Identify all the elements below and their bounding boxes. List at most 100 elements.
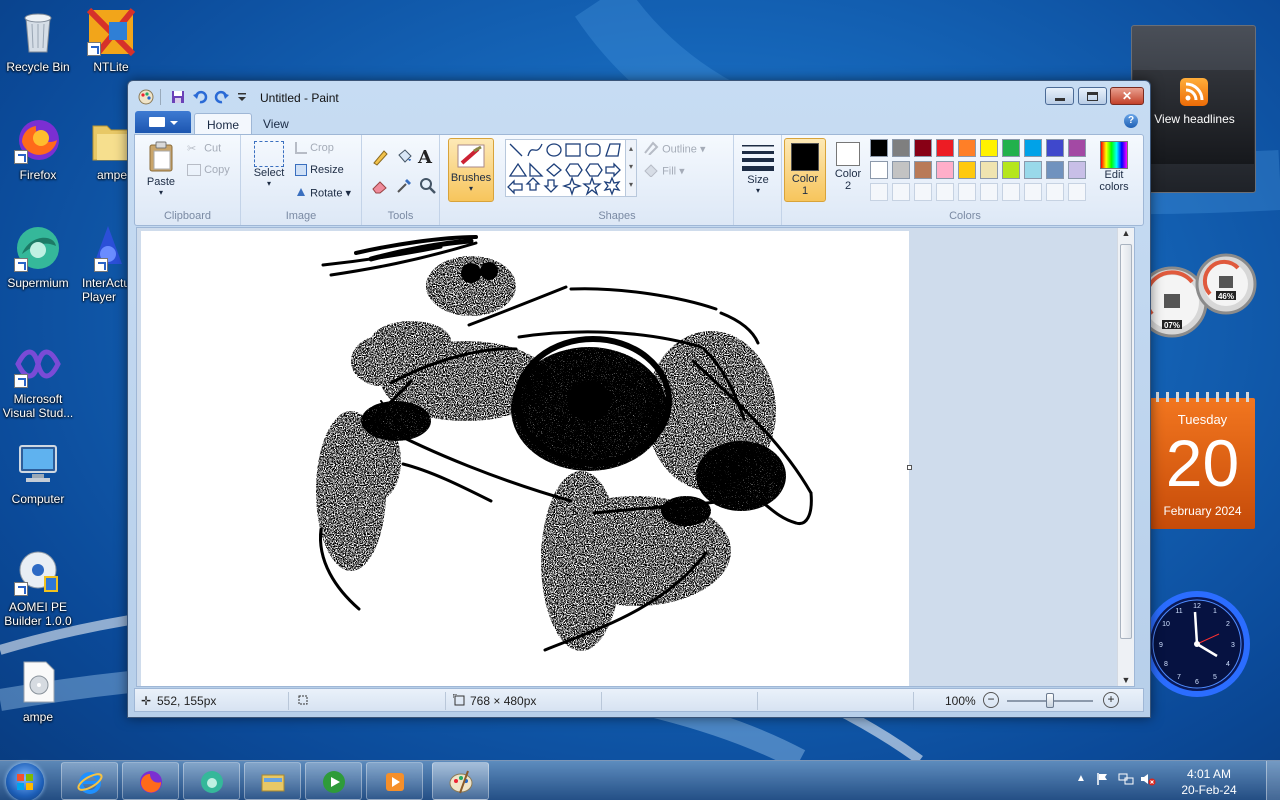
palette-swatch[interactable] bbox=[870, 161, 888, 179]
desktop-icon-recycle-bin[interactable]: Recycle Bin bbox=[0, 8, 76, 74]
custom-color-slot[interactable] bbox=[1046, 183, 1064, 201]
undo-icon[interactable] bbox=[192, 89, 208, 105]
customize-qat-icon[interactable] bbox=[236, 89, 252, 105]
resize-button[interactable]: Resize bbox=[295, 164, 344, 177]
palette-swatch[interactable] bbox=[958, 139, 976, 157]
custom-color-slot[interactable] bbox=[892, 183, 910, 201]
custom-color-slot[interactable] bbox=[936, 183, 954, 201]
clock-time[interactable]: 4:01 AM bbox=[1174, 767, 1244, 781]
copy-button[interactable]: Copy bbox=[187, 164, 230, 177]
minimize-button[interactable] bbox=[1045, 87, 1074, 105]
canvas-resize-handle-right[interactable] bbox=[907, 465, 912, 470]
custom-color-slot[interactable] bbox=[1068, 183, 1086, 201]
zoom-out-button[interactable]: − bbox=[983, 692, 999, 708]
scrollbar-thumb[interactable] bbox=[1120, 244, 1132, 639]
taskbar-paint[interactable] bbox=[432, 762, 489, 800]
desktop-icon-aomei[interactable]: AOMEI PE Builder 1.0.0 bbox=[0, 548, 76, 628]
taskbar-media-player[interactable] bbox=[305, 762, 362, 800]
network-icon[interactable] bbox=[1118, 772, 1134, 789]
custom-color-slot[interactable] bbox=[1024, 183, 1042, 201]
fill-button[interactable]: Fill ▾ bbox=[643, 163, 685, 180]
palette-swatch[interactable] bbox=[914, 161, 932, 179]
calendar-gadget[interactable]: Tuesday 20 February 2024 bbox=[1150, 392, 1255, 529]
magnifier-icon[interactable] bbox=[418, 176, 440, 199]
select-button[interactable]: Select ▾ bbox=[249, 141, 289, 188]
palette-swatch[interactable] bbox=[1024, 161, 1042, 179]
clock-date[interactable]: 20-Feb-24 bbox=[1174, 783, 1244, 797]
desktop-icon-interactual[interactable]: InterActual Player bbox=[73, 224, 133, 304]
desktop-icon-supermium[interactable]: Supermium bbox=[0, 224, 76, 290]
close-button[interactable]: ✕ bbox=[1110, 87, 1144, 105]
title-bar[interactable]: Untitled - Paint ✕ bbox=[128, 81, 1150, 111]
show-hidden-icons[interactable]: ▲ bbox=[1076, 773, 1086, 784]
color-picker-icon[interactable] bbox=[394, 176, 416, 199]
paint-menu-button[interactable] bbox=[135, 111, 191, 133]
palette-swatch[interactable] bbox=[980, 139, 998, 157]
help-icon[interactable]: ? bbox=[1124, 114, 1138, 128]
taskbar-file-explorer[interactable] bbox=[244, 762, 301, 800]
color2-button[interactable]: Color 2 bbox=[830, 138, 866, 192]
rotate-button[interactable]: Rotate ▾ bbox=[295, 186, 351, 201]
custom-color-slot[interactable] bbox=[958, 183, 976, 201]
custom-color-slot[interactable] bbox=[980, 183, 998, 201]
tab-home[interactable]: Home bbox=[194, 113, 253, 135]
redo-icon[interactable] bbox=[214, 89, 230, 105]
custom-color-slot[interactable] bbox=[870, 183, 888, 201]
palette-swatch[interactable] bbox=[1068, 139, 1086, 157]
palette-swatch[interactable] bbox=[1002, 161, 1020, 179]
palette-swatch[interactable] bbox=[1046, 139, 1064, 157]
custom-color-slot[interactable] bbox=[1002, 183, 1020, 201]
canvas-workspace[interactable]: ▲ ▼ bbox=[136, 227, 1135, 687]
taskbar-internet-explorer[interactable] bbox=[61, 762, 118, 800]
desktop-icon-visual-studio[interactable]: Microsoft Visual Stud... bbox=[0, 340, 76, 420]
taskbar-supermium[interactable] bbox=[183, 762, 240, 800]
palette-swatch[interactable] bbox=[892, 161, 910, 179]
custom-color-slot[interactable] bbox=[914, 183, 932, 201]
desktop-icon-computer[interactable]: Computer bbox=[0, 440, 76, 506]
zoom-in-button[interactable]: + bbox=[1103, 692, 1119, 708]
edit-colors-button[interactable]: Edit colors bbox=[1092, 141, 1136, 193]
taskbar-firefox[interactable] bbox=[122, 762, 179, 800]
palette-swatch[interactable] bbox=[914, 139, 932, 157]
cut-button[interactable]: ✂ Cut bbox=[187, 142, 221, 155]
paint-window[interactable]: Untitled - Paint ✕ Home View ? Paste ▾ ✂… bbox=[127, 80, 1151, 718]
text-tool-icon[interactable]: A bbox=[418, 147, 440, 170]
palette-swatch[interactable] bbox=[936, 139, 954, 157]
taskbar-media-center[interactable] bbox=[366, 762, 423, 800]
desktop-icon-ampe-file[interactable]: ampe bbox=[0, 658, 76, 724]
outline-button[interactable]: Outline ▾ bbox=[643, 141, 706, 158]
shapes-gallery[interactable] bbox=[505, 139, 637, 197]
palette-swatch[interactable] bbox=[980, 161, 998, 179]
tab-view[interactable]: View bbox=[251, 113, 301, 135]
pencil-icon[interactable] bbox=[370, 147, 392, 170]
palette-swatch[interactable] bbox=[1046, 161, 1064, 179]
desktop-icon-ampe-folder[interactable]: ampe bbox=[73, 116, 133, 182]
start-button[interactable] bbox=[6, 763, 44, 800]
vertical-scrollbar[interactable]: ▲ ▼ bbox=[1117, 228, 1134, 686]
action-center-flag-icon[interactable] bbox=[1096, 772, 1110, 789]
brushes-button[interactable]: Brushes ▾ bbox=[448, 138, 494, 202]
eraser-icon[interactable] bbox=[370, 176, 392, 199]
palette-swatch[interactable] bbox=[892, 139, 910, 157]
drawing-canvas[interactable] bbox=[141, 231, 912, 686]
maximize-button[interactable] bbox=[1078, 87, 1107, 105]
paste-button[interactable]: Paste ▾ bbox=[141, 141, 181, 197]
scroll-up-arrow[interactable]: ▲ bbox=[1118, 228, 1134, 238]
shapes-scroll[interactable]: ▴ ▾ ▾ bbox=[625, 139, 637, 197]
volume-muted-icon[interactable] bbox=[1140, 772, 1156, 789]
paint-app-icon[interactable] bbox=[138, 89, 154, 105]
size-button[interactable]: Size ▾ bbox=[738, 143, 778, 195]
color1-button[interactable]: Color 1 bbox=[784, 138, 826, 202]
zoom-slider-thumb[interactable] bbox=[1046, 693, 1054, 708]
crop-button[interactable]: Crop bbox=[295, 142, 334, 155]
palette-swatch[interactable] bbox=[936, 161, 954, 179]
desktop-icon-ntlite[interactable]: NTLite bbox=[73, 7, 149, 74]
fill-bucket-icon[interactable] bbox=[394, 147, 416, 170]
palette-swatch[interactable] bbox=[1002, 139, 1020, 157]
palette-swatch[interactable] bbox=[1024, 139, 1042, 157]
save-icon[interactable] bbox=[170, 89, 186, 105]
scroll-down-arrow[interactable]: ▼ bbox=[1118, 675, 1134, 685]
desktop-icon-firefox[interactable]: Firefox bbox=[0, 116, 76, 182]
show-desktop-button[interactable] bbox=[1266, 761, 1280, 800]
palette-swatch[interactable] bbox=[958, 161, 976, 179]
